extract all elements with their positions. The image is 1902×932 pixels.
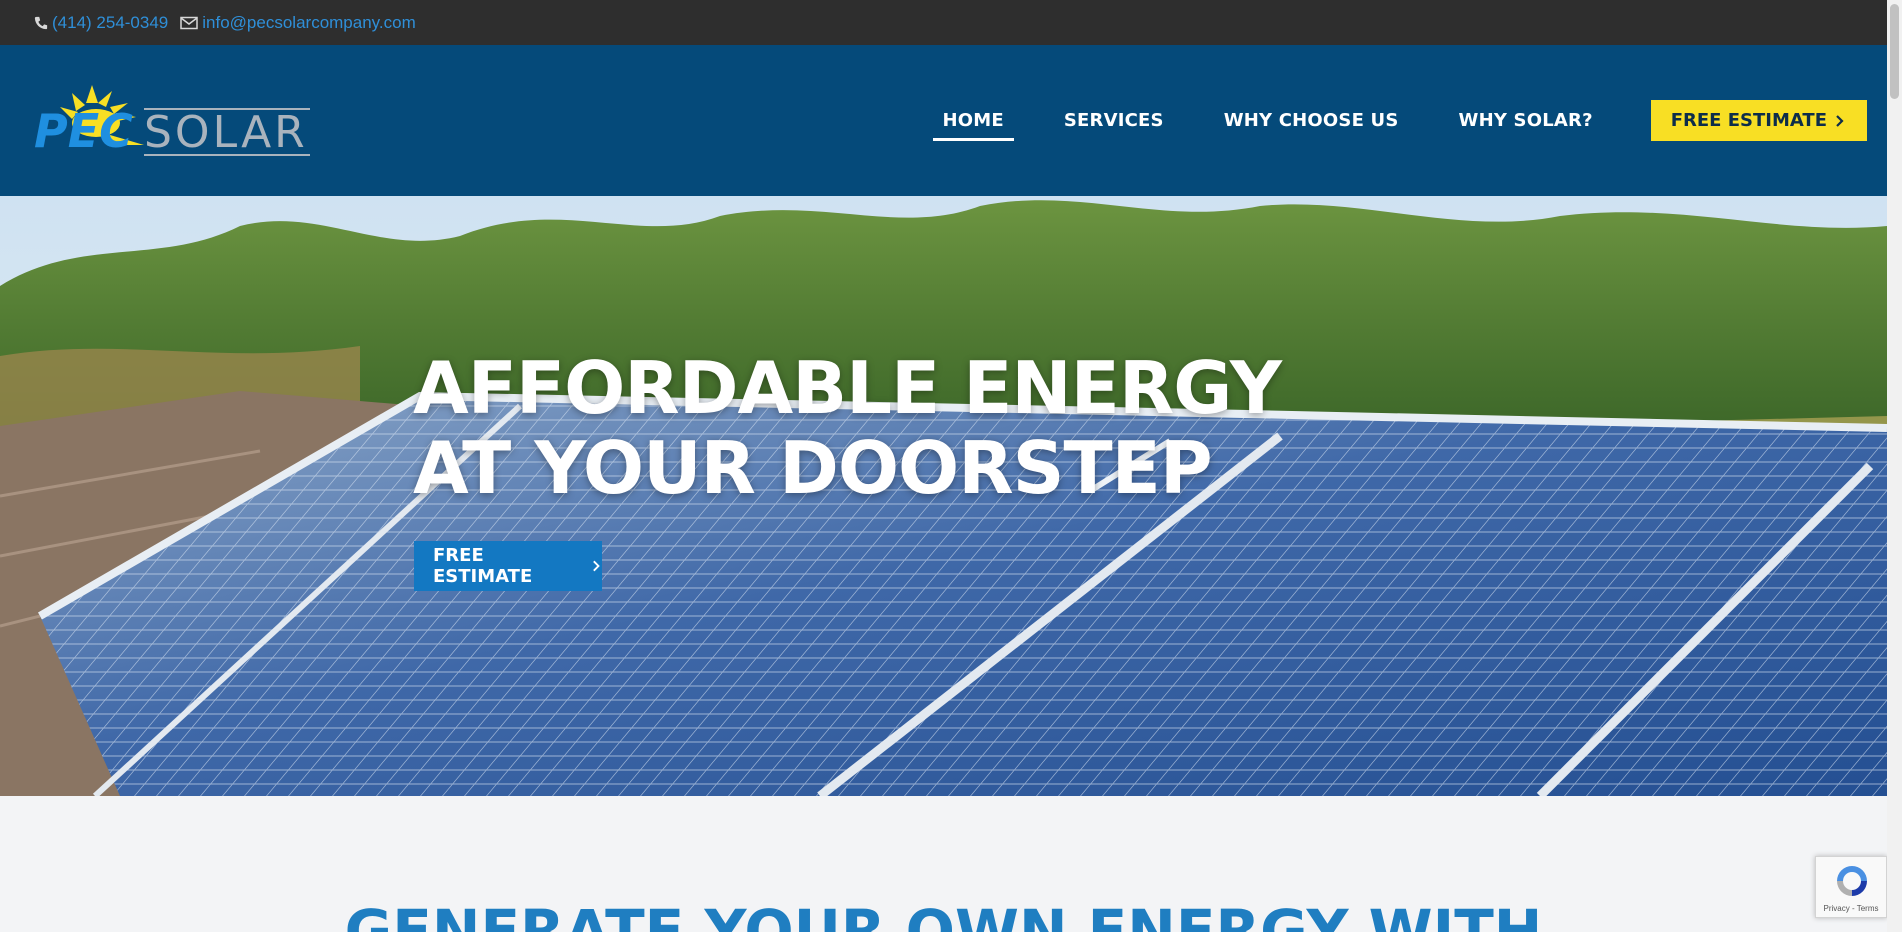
- recaptcha-privacy-terms[interactable]: Privacy - Terms: [1816, 904, 1886, 913]
- logo-solar-text: SOLAR: [144, 107, 308, 158]
- recaptcha-icon: [1837, 866, 1867, 896]
- logo-pec-text: PEC: [34, 104, 133, 158]
- site-header: PEC SOLAR HOME SERVICES WHY CHOOSE US WH…: [0, 45, 1887, 196]
- chevron-right-icon: [592, 560, 600, 572]
- envelope-icon: [180, 16, 199, 29]
- chevron-right-icon: [1836, 114, 1844, 127]
- scrollbar-thumb[interactable]: [1890, 4, 1899, 99]
- free-estimate-hero-button[interactable]: FREE ESTIMATE: [414, 541, 602, 591]
- phone-link[interactable]: (414) 254-0349: [34, 13, 168, 33]
- nav-why-solar[interactable]: WHY SOLAR?: [1449, 104, 1603, 137]
- hero-banner: AFFORDABLE ENERGY AT YOUR DOORSTEP FREE …: [0, 196, 1887, 796]
- email-link[interactable]: info@pecsolarcompany.com: [180, 12, 416, 33]
- recaptcha-badge[interactable]: Privacy - Terms: [1815, 856, 1887, 918]
- free-estimate-hero-label: FREE ESTIMATE: [433, 545, 533, 587]
- email-address: info@pecsolarcompany.com: [202, 12, 416, 32]
- vertical-scrollbar[interactable]: [1887, 0, 1902, 932]
- hero-headline: AFFORDABLE ENERGY AT YOUR DOORSTEP: [413, 346, 1282, 510]
- top-contact-bar: (414) 254-0349 info@pecsolarcompany.com: [0, 0, 1887, 45]
- hero-headline-line-1: AFFORDABLE ENERGY: [413, 346, 1282, 430]
- section-heading: GENERATE YOUR OWN ENERGY WITH: [344, 897, 1543, 932]
- phone-number: (414) 254-0349: [52, 12, 169, 32]
- nav-why-choose-us[interactable]: WHY CHOOSE US: [1214, 104, 1409, 137]
- pec-solar-logo[interactable]: PEC SOLAR: [32, 85, 312, 160]
- phone-icon: [34, 16, 48, 29]
- nav-home[interactable]: HOME: [932, 104, 1015, 141]
- nav-services[interactable]: SERVICES: [1054, 104, 1174, 137]
- hero-headline-line-2: AT YOUR DOORSTEP: [413, 426, 1213, 510]
- free-estimate-nav-button[interactable]: FREE ESTIMATE: [1650, 100, 1867, 141]
- main-nav: HOME SERVICES WHY CHOOSE US WHY SOLAR? F…: [932, 45, 1887, 196]
- free-estimate-nav-label: FREE ESTIMATE: [1670, 110, 1827, 131]
